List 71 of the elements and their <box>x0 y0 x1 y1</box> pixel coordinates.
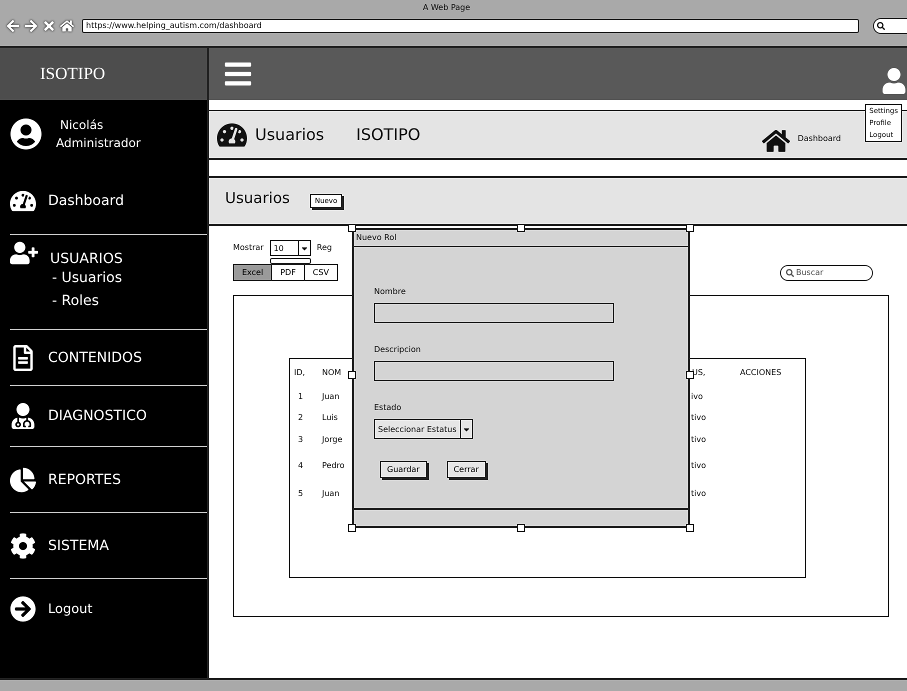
table-cell-text: 2 <box>297 412 304 422</box>
field-label: Nombre <box>374 287 407 296</box>
selection-handle[interactable] <box>686 224 694 232</box>
search-icon <box>786 268 794 276</box>
breadcrumb-link[interactable]: Dashboard <box>798 134 841 143</box>
url-field[interactable]: https://www.helping_autism.com/dashboard <box>82 19 859 33</box>
table-cell-text: tivo <box>690 434 707 444</box>
sidebar-item[interactable]: DIAGNOSTICO <box>48 408 147 424</box>
sidebar-subitem[interactable]: - Usuarios <box>52 267 123 290</box>
search-field[interactable]: Buscar <box>780 264 873 280</box>
table-cell-text: Juan <box>320 488 340 498</box>
user-icon[interactable] <box>881 68 907 94</box>
table-cell-text: tivo <box>690 460 707 470</box>
gauge-icon <box>10 188 36 214</box>
table-cell-text: tivo <box>690 412 707 422</box>
table-cell-text: Pedro <box>321 460 346 470</box>
status-select[interactable]: Seleccionar Estatus <box>374 419 472 439</box>
table-cell-text: 5 <box>297 488 304 498</box>
search-field[interactable] <box>873 18 907 34</box>
input-field[interactable] <box>374 303 614 323</box>
logo: ISOTIPO <box>0 48 207 100</box>
dialog-button[interactable]: Cerrar <box>446 461 486 478</box>
selection-handle[interactable] <box>517 524 525 532</box>
pie-chart-icon <box>10 466 36 492</box>
table-cell-text: tivo <box>690 488 707 498</box>
sidebar-item[interactable]: USUARIOS <box>50 235 123 267</box>
user-role: Administrador <box>56 135 141 152</box>
section-title: Usuarios <box>225 189 290 207</box>
user-name: Nicolás <box>60 117 104 134</box>
sidebar-item[interactable]: REPORTES <box>48 472 122 488</box>
selection-handle[interactable] <box>686 371 694 379</box>
sidebar-item[interactable]: Logout <box>48 602 93 616</box>
table-cell-text: Juan <box>320 392 340 400</box>
forward-icon[interactable] <box>24 19 38 33</box>
selection-handle[interactable] <box>348 524 356 532</box>
show-label: Mostrar <box>233 243 264 252</box>
doctor-icon <box>10 403 36 429</box>
page-size-select[interactable]: 10 <box>270 240 311 256</box>
table-cell-text: Jorge <box>320 434 344 444</box>
column-header: ACCIONES <box>740 368 782 376</box>
selection-handle[interactable] <box>348 371 356 379</box>
back-icon[interactable] <box>6 19 20 33</box>
sidebar-item[interactable]: SISTEMA <box>48 538 109 554</box>
dialog-button[interactable]: Guardar <box>380 461 427 478</box>
user-avatar-icon <box>10 118 42 150</box>
selection-handle[interactable] <box>348 224 356 232</box>
brand-name: ISOTIPO <box>356 125 422 144</box>
input-field[interactable] <box>374 361 614 381</box>
search-icon <box>877 22 885 30</box>
table-cell-text: 4 <box>297 460 304 470</box>
home-icon[interactable] <box>60 19 74 33</box>
sidebar-subitem[interactable]: - Roles <box>52 290 123 313</box>
field-label: Descripcion <box>374 345 422 354</box>
sidebar-item[interactable]: Dashboard <box>48 193 124 209</box>
close-icon[interactable] <box>42 19 56 33</box>
table-cell-text: ivo <box>690 392 704 400</box>
gear-icon <box>10 532 36 558</box>
records-label: Reg <box>316 243 332 252</box>
user-plus-icon <box>10 239 38 267</box>
column-header: NOM <box>321 368 342 376</box>
window-title: A Web Page <box>422 3 470 12</box>
export-button[interactable]: Excel <box>234 265 272 280</box>
sidebar-item[interactable]: CONTENIDOS <box>48 350 142 366</box>
field-label: Estado <box>374 403 402 412</box>
table-cell-text: 1 <box>297 392 304 400</box>
selection-handle[interactable] <box>686 524 694 532</box>
column-header: ID, <box>293 368 306 376</box>
page-title: Usuarios <box>255 125 324 144</box>
selection-handle[interactable] <box>517 224 525 232</box>
table-cell-text: 3 <box>297 434 304 444</box>
table-cell-text: Luis <box>321 412 339 422</box>
